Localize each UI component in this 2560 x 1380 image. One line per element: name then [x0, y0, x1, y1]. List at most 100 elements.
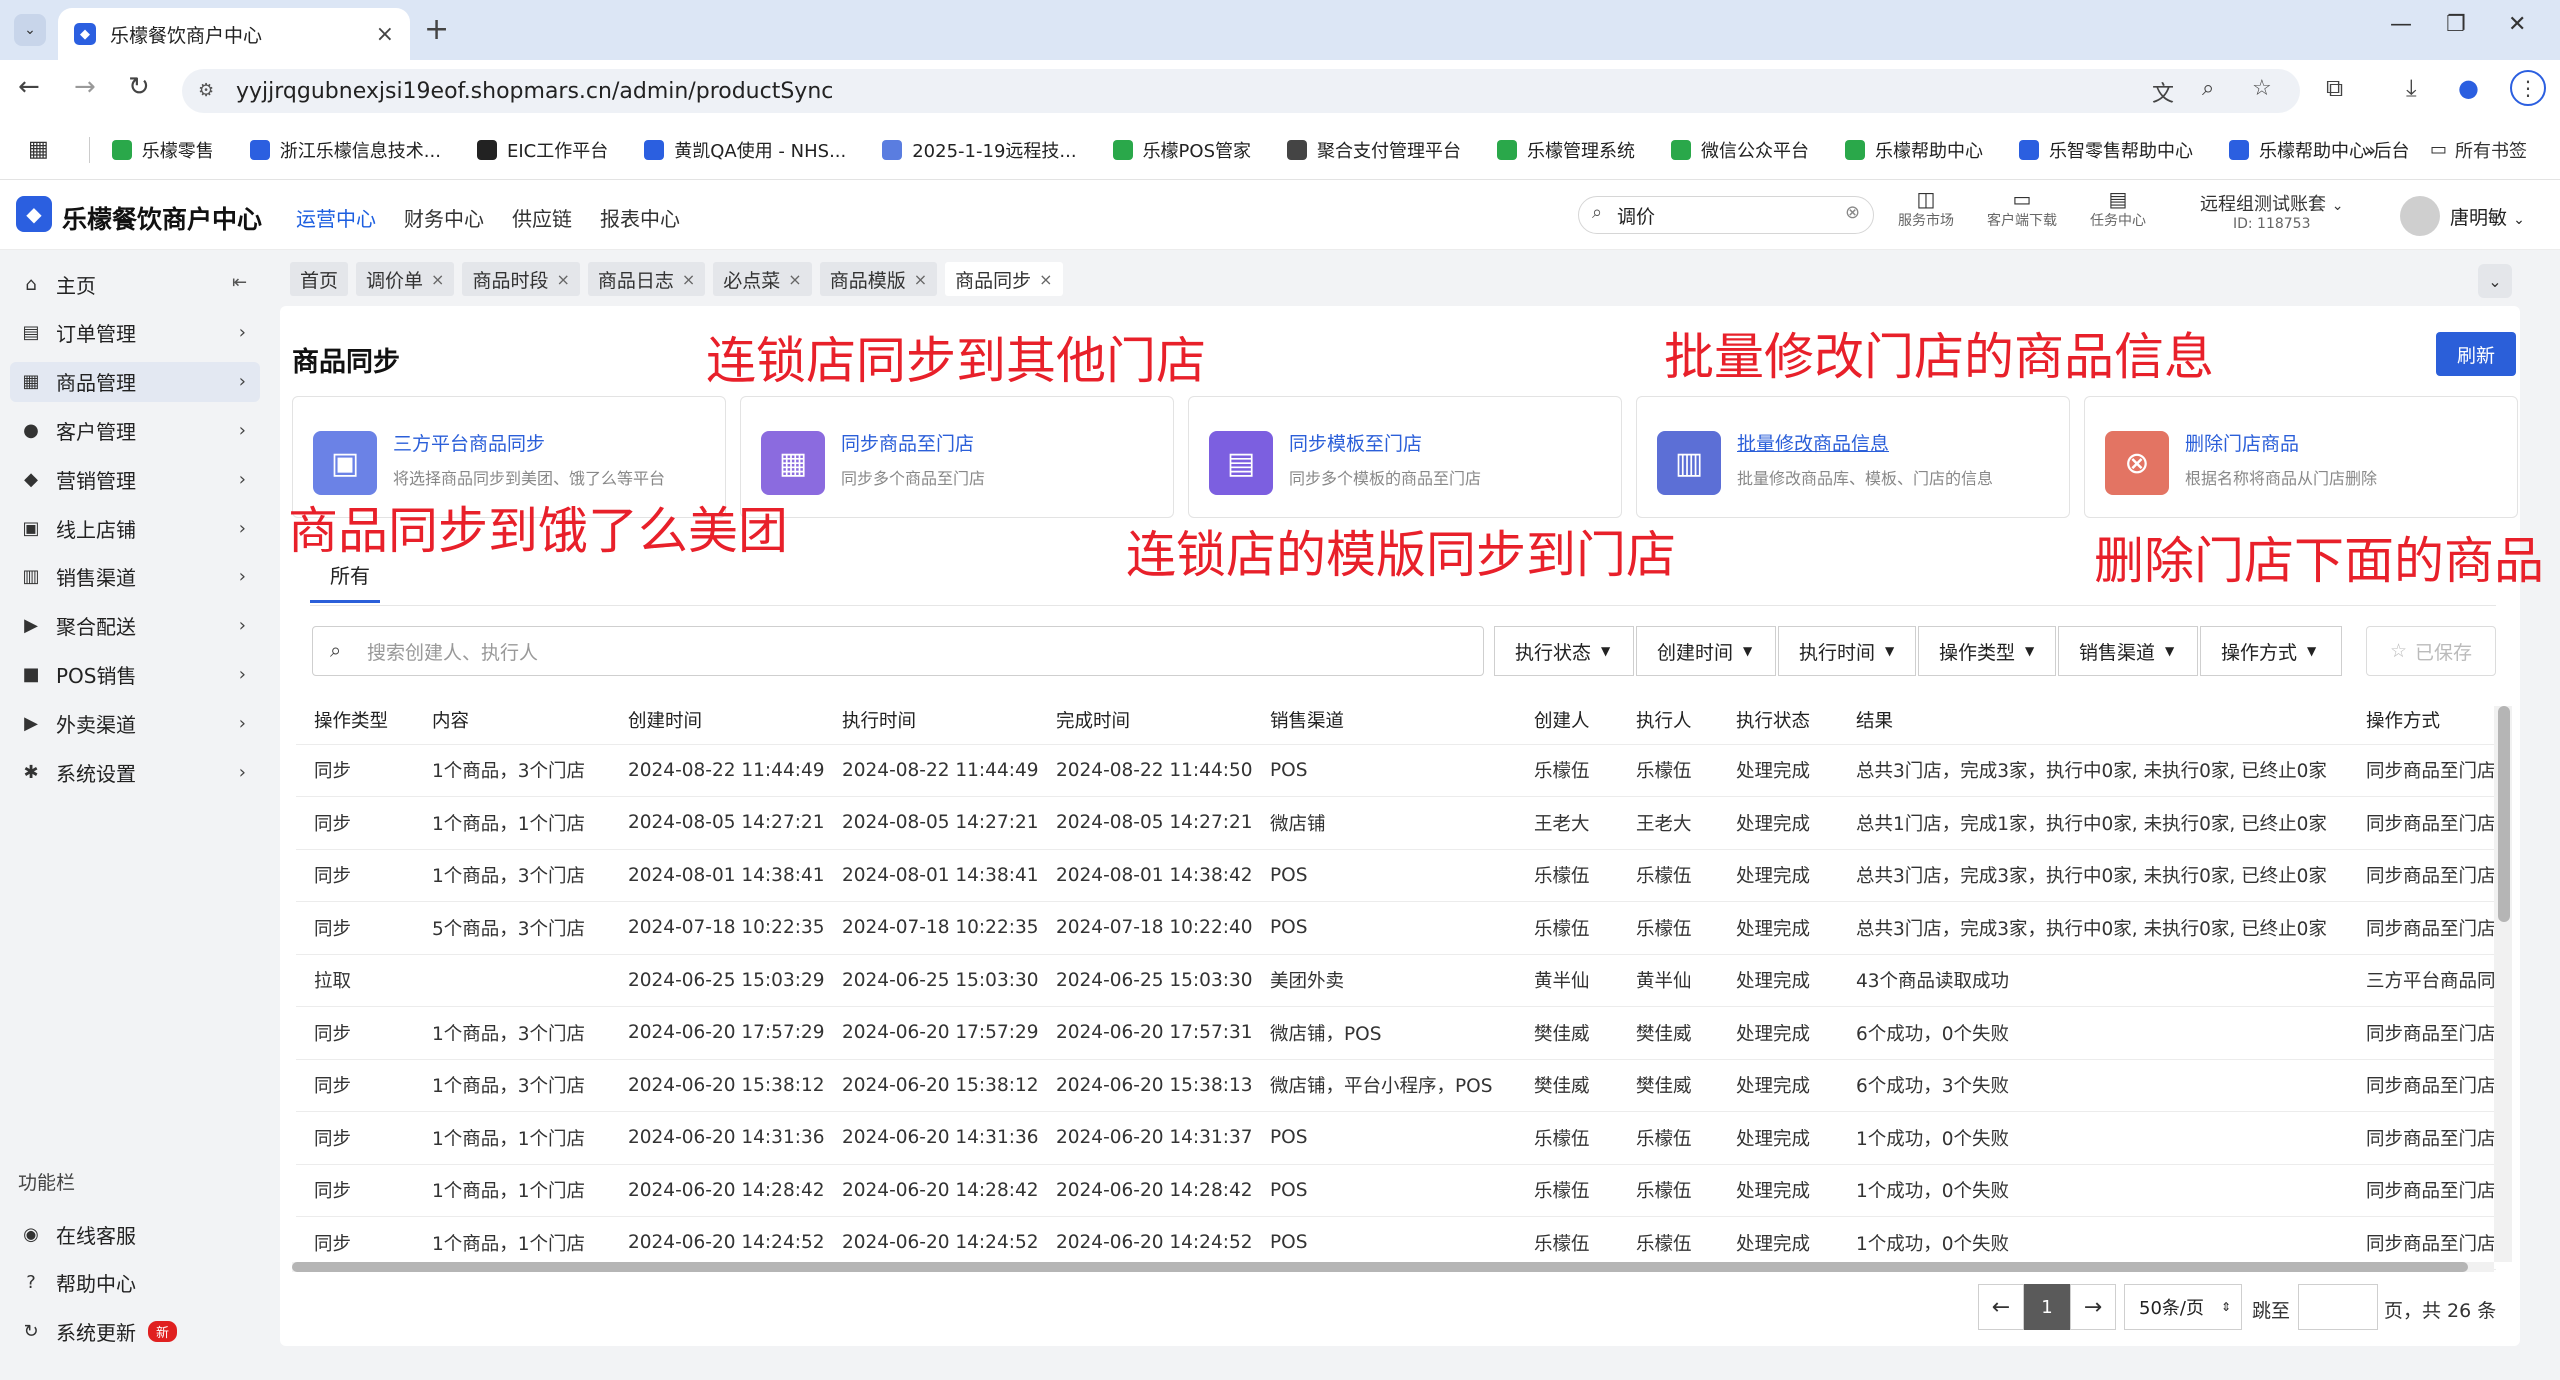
back-icon[interactable]: ← [18, 72, 40, 102]
bookmark-item[interactable]: 黄凯QA使用 - NHS... [644, 137, 846, 163]
sidebar-item[interactable]: ▶ 聚合配送 › [10, 606, 260, 646]
bookmark-item[interactable]: 乐檬管理系统 [1497, 137, 1635, 163]
page-tab[interactable]: 商品同步 × [945, 262, 1063, 296]
collapse-sidebar-icon[interactable]: ⇤ [232, 272, 247, 293]
sidebar-item[interactable]: ◆ 营销管理 › [10, 459, 260, 499]
account-switcher[interactable]: 远程组测试账套 ⌄ ID: 118753 [2200, 190, 2343, 232]
nav-supply-chain[interactable]: 供应链 [512, 203, 572, 232]
nav-operations[interactable]: 运营中心 [296, 203, 376, 232]
tab-all[interactable]: 所有 [330, 560, 370, 589]
table-row[interactable]: 同步 1个商品，3个门店 2024-06-20 15:38:12 2024-06-20… [296, 1059, 2496, 1112]
bookmark-item[interactable]: 乐智零售帮助中心 [2019, 137, 2193, 163]
tabs-dropdown-icon[interactable]: ⌄ [2478, 264, 2512, 298]
table-row[interactable]: 同步 5个商品，3个门店 2024-07-18 10:22:35 2024-07-18… [296, 902, 2496, 954]
filter-dropdown[interactable]: 销售渠道 ▼ [2058, 626, 2198, 676]
header-search-input[interactable]: 调价 [1578, 196, 1874, 234]
forward-icon[interactable]: → [74, 72, 96, 102]
table-horizontal-scrollbar[interactable] [292, 1262, 2494, 1272]
client-download-button[interactable]: ▭ 客户端下载 [1982, 188, 2062, 230]
refresh-button[interactable]: 刷新 [2436, 332, 2516, 376]
page-tab[interactable]: 调价单 × [356, 262, 455, 296]
action-card[interactable]: ▥ 批量修改商品信息 批量修改商品库、模板、门店的信息 [1636, 396, 2070, 518]
user-menu[interactable]: 唐明敏 ⌄ [2450, 203, 2525, 230]
profile-icon[interactable]: ● [2458, 74, 2479, 102]
sidebar-item[interactable]: ✱ 系统设置 › [10, 752, 260, 792]
table-vertical-scrollbar[interactable] [2494, 706, 2512, 1262]
bookmark-item[interactable]: 乐檬帮助中心-后台 [2229, 137, 2410, 163]
apps-icon[interactable]: ▦ [28, 137, 49, 162]
next-page-button[interactable]: → [2070, 1284, 2116, 1330]
sidebar-footer-item[interactable]: ◉ 在线客服 [10, 1214, 260, 1254]
sidebar-footer-item[interactable]: ? 帮助中心 [10, 1263, 260, 1303]
close-tab-icon[interactable]: × [376, 22, 394, 47]
action-card[interactable]: ▦ 同步商品至门店 同步多个商品至门店 [740, 396, 1174, 518]
bookmark-item[interactable]: EIC工作平台 [476, 137, 608, 163]
translate-icon[interactable]: 文 [2152, 76, 2174, 108]
action-card[interactable]: ▣ 三方平台商品同步 将选择商品同步到美团、饿了么等平台 [292, 396, 726, 518]
reload-icon[interactable]: ↻ [128, 72, 150, 102]
page-tab[interactable]: 商品时段 × [462, 262, 580, 296]
close-icon[interactable]: × [914, 270, 927, 289]
download-icon[interactable]: ⤓ [2406, 74, 2417, 102]
sidebar-item[interactable]: ■ POS销售 › [10, 654, 260, 694]
sidebar-item[interactable]: ▶ 外卖渠道 › [10, 703, 260, 743]
page-number-button[interactable]: 1 [2024, 1284, 2070, 1330]
prev-page-button[interactable]: ← [1978, 1284, 2024, 1330]
table-row[interactable]: 同步 1个商品，3个门店 2024-06-20 17:57:29 2024-06-20… [296, 1007, 2496, 1059]
bookmark-item[interactable]: 2025-1-19远程技... [882, 137, 1077, 163]
close-icon[interactable]: × [788, 270, 801, 289]
filter-dropdown[interactable]: 执行状态 ▼ [1494, 626, 1634, 676]
scroll-thumb[interactable] [2498, 706, 2510, 922]
bookmark-star-icon[interactable]: ☆ [2252, 76, 2272, 101]
table-row[interactable]: 同步 1个商品，1个门店 2024-08-05 14:27:21 2024-08-05… [296, 797, 2496, 849]
table-row[interactable]: 拉取 2024-06-25 15:03:29 2024-06-25 15:03:30… [296, 954, 2496, 1007]
table-row[interactable]: 同步 1个商品，3个门店 2024-08-22 11:44:49 2024-08-22… [296, 744, 2496, 797]
nav-finance[interactable]: 财务中心 [404, 203, 484, 232]
page-tab[interactable]: 商品模版 × [819, 262, 938, 296]
close-icon[interactable]: × [1039, 270, 1052, 289]
new-tab-icon[interactable]: + [424, 12, 449, 47]
sidebar-item[interactable]: ▤ 订单管理 › [10, 313, 260, 353]
restore-icon[interactable]: ❐ [2446, 12, 2466, 37]
card-title[interactable]: 同步商品至门店 [841, 429, 974, 456]
sidebar-item[interactable]: ▥ 销售渠道 › [10, 557, 260, 597]
page-size-select[interactable]: 50条/页 ⇕ [2124, 1284, 2242, 1330]
all-bookmarks-button[interactable]: ▭ 所有书签 [2430, 137, 2527, 163]
table-row[interactable]: 同步 1个商品，1个门店 2024-06-20 14:31:36 2024-06-20… [296, 1112, 2496, 1164]
sidebar-item[interactable]: ▦ 商品管理 › [10, 361, 260, 402]
sidebar-item[interactable]: ▣ 线上店铺 › [10, 508, 260, 548]
nav-reports[interactable]: 报表中心 [600, 203, 680, 232]
clear-search-icon[interactable]: ⊗ [1845, 202, 1860, 223]
bookmark-item[interactable]: 聚合支付管理平台 [1287, 137, 1461, 163]
card-title[interactable]: 批量修改商品信息 [1737, 429, 1889, 456]
minimize-icon[interactable]: — [2390, 12, 2412, 37]
filter-dropdown[interactable]: 操作类型 ▼ [1918, 626, 2056, 676]
url-input[interactable]: yyjjrqgubnexjsi19eof.shopmars.cn/admin/p… [182, 69, 2300, 113]
bookmark-item[interactable]: 乐檬帮助中心 [1845, 137, 1983, 163]
scroll-thumb[interactable] [292, 1262, 2468, 1272]
bookmark-item[interactable]: 乐檬POS管家 [1112, 137, 1251, 163]
bookmark-item[interactable]: 微信公众平台 [1671, 137, 1809, 163]
saved-view-button[interactable]: ☆ 已保存 [2366, 626, 2496, 676]
close-window-icon[interactable]: ✕ [2508, 12, 2526, 37]
record-search-input[interactable]: 搜索创建人、执行人 [312, 626, 1484, 676]
sidebar-footer-item[interactable]: ↻ 系统更新新 [10, 1311, 260, 1351]
more-bookmarks-icon[interactable]: » [2364, 138, 2376, 162]
zoom-icon[interactable]: ⌕ [2202, 76, 2214, 101]
page-tab[interactable]: 首页 [290, 262, 349, 296]
site-info-icon[interactable]: ⚙ [198, 80, 214, 101]
close-icon[interactable]: × [556, 270, 569, 289]
bookmark-item[interactable]: 浙江乐檬信息技术... [249, 137, 441, 163]
goto-page-input[interactable] [2298, 1284, 2378, 1330]
card-title[interactable]: 同步模板至门店 [1289, 429, 1422, 456]
page-tab[interactable]: 商品日志 × [587, 262, 706, 296]
browser-tab[interactable]: ◆ 乐檬餐饮商户中心 × [58, 8, 410, 60]
filter-dropdown[interactable]: 执行时间 ▼ [1778, 626, 1916, 676]
filter-dropdown[interactable]: 操作方式 ▼ [2200, 626, 2342, 676]
sidebar-item[interactable]: ⌂ 主页 [10, 264, 260, 304]
page-tab[interactable]: 必点菜 × [713, 262, 812, 296]
service-market-button[interactable]: ◫ 服务市场 [1886, 188, 1966, 230]
tab-search-icon[interactable]: ⌄ [14, 14, 46, 46]
action-card[interactable]: ⊗ 删除门店商品 根据名称将商品从门店删除 [2084, 396, 2518, 518]
task-center-button[interactable]: ▤ 任务中心 [2078, 188, 2158, 230]
